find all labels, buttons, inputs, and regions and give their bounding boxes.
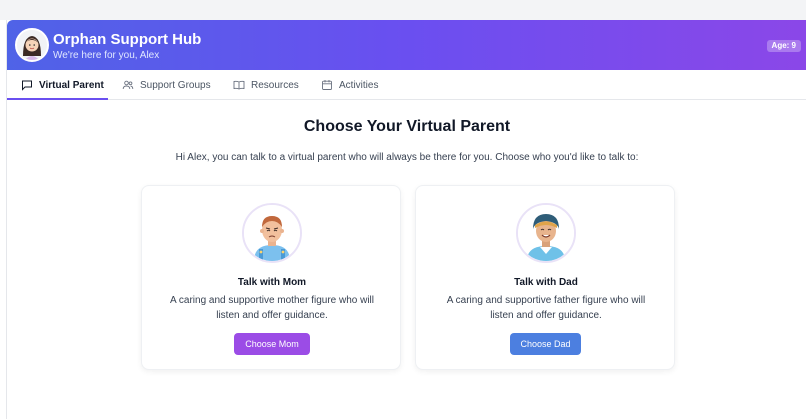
- tab-label: Support Groups: [140, 79, 211, 91]
- choose-mom-button[interactable]: Choose Mom: [234, 333, 310, 355]
- mom-avatar: [242, 203, 302, 263]
- card-description: A caring and supportive mother figure wh…: [170, 295, 374, 321]
- mom-card[interactable]: Talk with Mom A caring and supportive mo…: [141, 185, 401, 370]
- choose-dad-button[interactable]: Choose Dad: [510, 333, 581, 355]
- dad-figure-icon: [518, 205, 574, 261]
- users-icon: [122, 80, 134, 90]
- mom-figure-icon: [244, 205, 300, 261]
- card-title: Talk with Mom: [237, 277, 307, 288]
- tab-virtual-parent[interactable]: Virtual Parent: [21, 70, 104, 100]
- intro-text: Hi Alex, you can talk to a virtual paren…: [175, 152, 639, 163]
- app-header: Orphan Support Hub We're here for you, A…: [7, 20, 806, 70]
- tab-activities[interactable]: Activities: [321, 70, 378, 100]
- card-description: A caring and supportive father figure wh…: [446, 295, 646, 321]
- tab-label: Resources: [251, 79, 299, 91]
- book-open-icon: [233, 80, 245, 90]
- dad-avatar: [516, 203, 576, 263]
- tab-resources[interactable]: Resources: [233, 70, 299, 100]
- app-subtitle: We're here for you, Alex: [53, 50, 160, 61]
- age-badge: Age: 9: [766, 40, 801, 52]
- app-title: Orphan Support Hub: [53, 31, 202, 48]
- user-avatar[interactable]: [15, 28, 49, 62]
- active-tab-indicator: [7, 98, 108, 100]
- card-title: Talk with Dad: [514, 277, 578, 288]
- girl-avatar-icon: [17, 30, 47, 60]
- tab-bar: Virtual Parent Support Groups Resources …: [7, 70, 806, 100]
- tab-label: Virtual Parent: [39, 79, 104, 91]
- calendar-icon: [322, 80, 332, 90]
- app-window: Orphan Support Hub We're here for you, A…: [6, 20, 806, 419]
- tab-label: Activities: [339, 79, 379, 91]
- dad-card[interactable]: Talk with Dad A caring and supportive fa…: [415, 185, 675, 370]
- page-title: Choose Your Virtual Parent: [303, 118, 511, 135]
- tab-support-groups[interactable]: Support Groups: [122, 70, 211, 100]
- message-square-icon: [22, 80, 32, 91]
- browser-top-strip: [0, 0, 806, 20]
